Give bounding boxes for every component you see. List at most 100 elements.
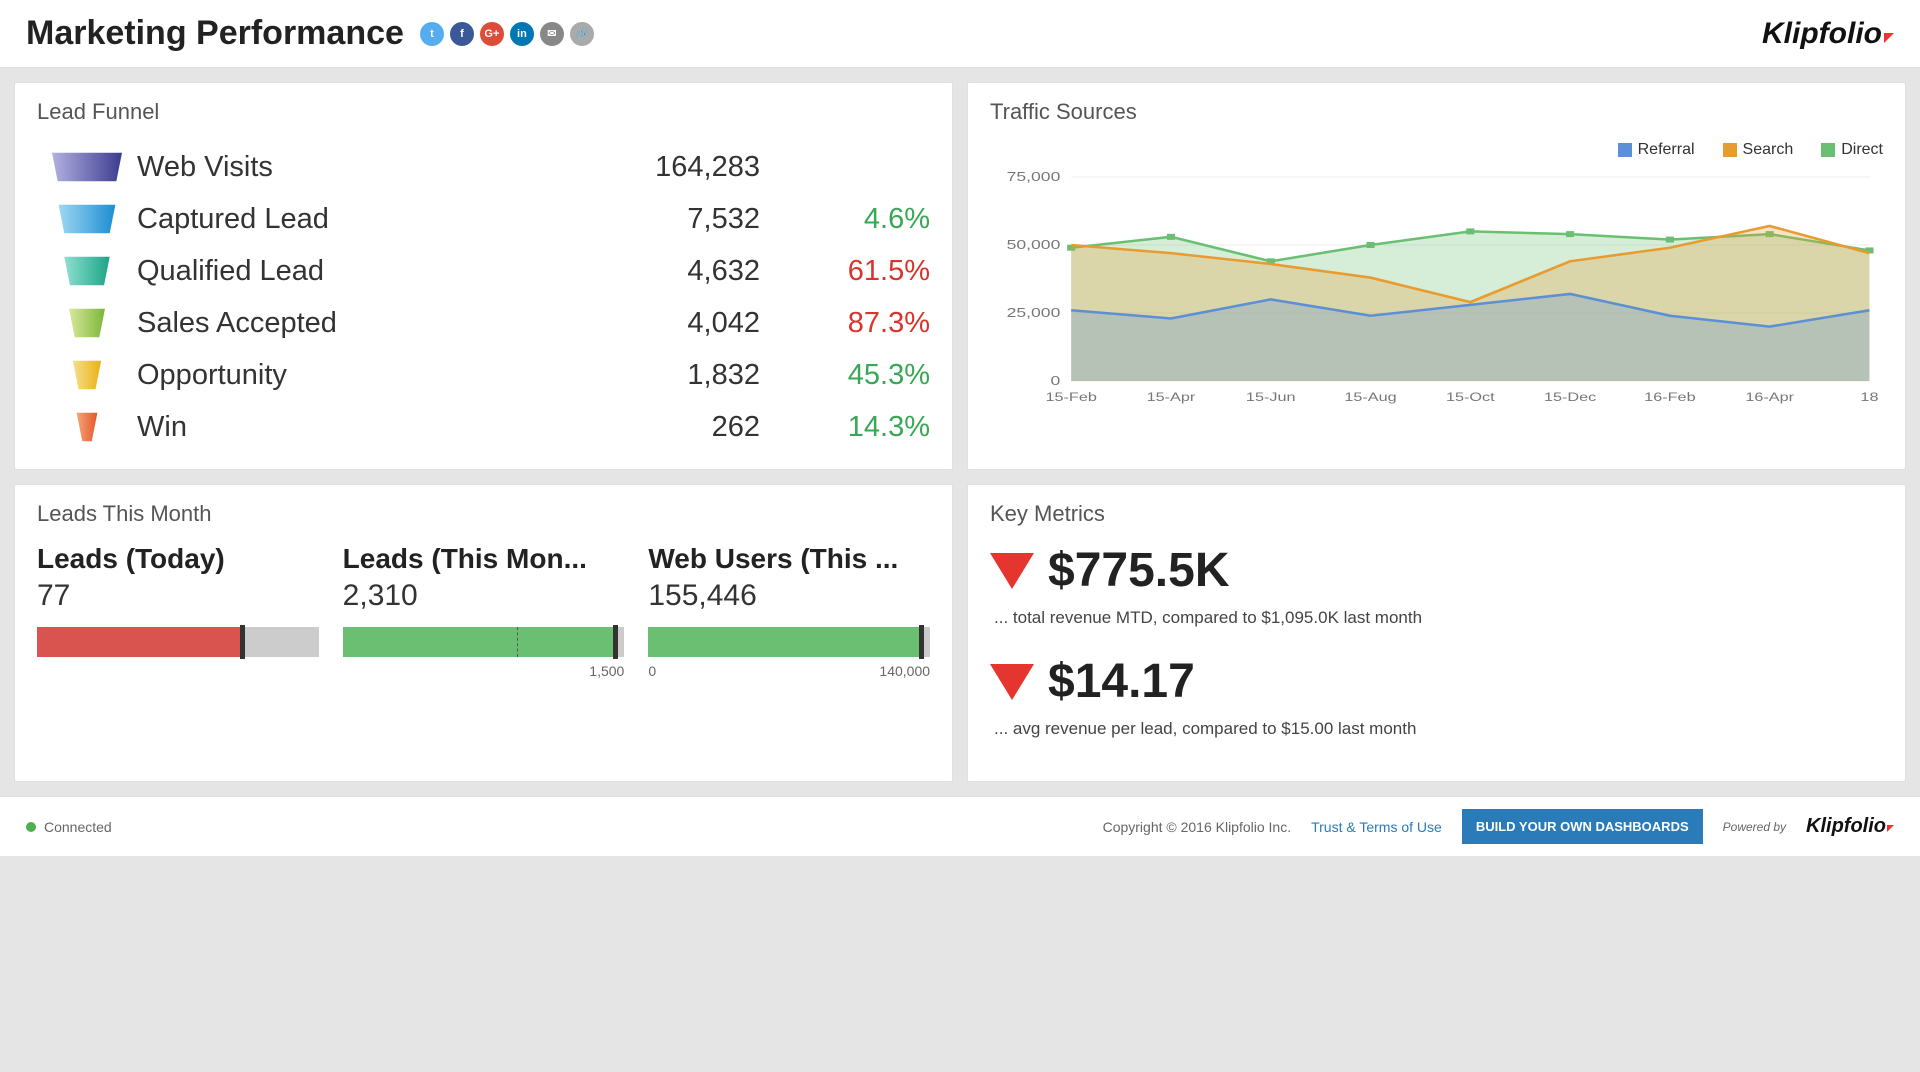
- funnel-row: Web Visits 164,283: [37, 141, 930, 193]
- lead-title: Web Users (This ...: [648, 543, 930, 575]
- funnel-step-icon: [37, 360, 137, 390]
- panel-title: Traffic Sources: [990, 99, 1883, 125]
- lead-title: Leads (This Mon...: [343, 543, 625, 575]
- lead-value: 155,446: [648, 579, 930, 613]
- funnel-pct: 87.3%: [760, 307, 930, 340]
- svg-text:75,000: 75,000: [1007, 170, 1061, 184]
- lead-value: 2,310: [343, 579, 625, 613]
- funnel-label: Qualified Lead: [137, 255, 580, 288]
- funnel-label: Captured Lead: [137, 203, 580, 236]
- funnel-label: Opportunity: [137, 359, 580, 392]
- traffic-sources-panel: Traffic Sources Referral Search Direct 0 25…: [967, 82, 1906, 470]
- svg-text:15-Dec: 15-Dec: [1544, 391, 1596, 404]
- funnel-value: 1,832: [580, 359, 760, 392]
- svg-text:25,000: 25,000: [1007, 306, 1061, 320]
- key-metric: $14.17 ... avg revenue per lead, compare…: [990, 654, 1883, 739]
- build-dashboard-button[interactable]: BUILD YOUR OWN DASHBOARDS: [1462, 809, 1703, 844]
- funnel-label: Win: [137, 411, 580, 444]
- lead-metric: Leads (This Mon... 2,310 1,500: [343, 543, 625, 679]
- funnel-step-icon: [37, 152, 137, 182]
- legend-label: Direct: [1841, 141, 1883, 159]
- facebook-icon[interactable]: f: [450, 22, 474, 46]
- svg-text:15-Apr: 15-Apr: [1147, 391, 1196, 404]
- traffic-chart: 0 25,000 50,000 75,000 15-Feb 15-Apr 15-Jun 15-…: [990, 167, 1883, 407]
- funnel-pct: 14.3%: [760, 411, 930, 444]
- key-metric: $775.5K ... total revenue MTD, compared …: [990, 543, 1883, 628]
- status-text: Connected: [44, 819, 112, 835]
- funnel-row: Captured Lead 7,532 4.6%: [37, 193, 930, 245]
- status-dot-icon: [26, 822, 36, 832]
- svg-text:16-Feb: 16-Feb: [1644, 391, 1695, 404]
- funnel-value: 7,532: [580, 203, 760, 236]
- svg-text:0: 0: [1051, 374, 1061, 388]
- funnel-row: Opportunity 1,832 45.3%: [37, 349, 930, 401]
- lead-value: 77: [37, 579, 319, 613]
- svg-text:15-Oct: 15-Oct: [1446, 391, 1495, 404]
- svg-text:15-Aug: 15-Aug: [1344, 391, 1396, 404]
- chart-legend: Referral Search Direct: [990, 141, 1883, 159]
- lead-title: Leads (Today): [37, 543, 319, 575]
- funnel-pct: 45.3%: [760, 359, 930, 392]
- twitter-icon[interactable]: t: [420, 22, 444, 46]
- panel-title: Lead Funnel: [37, 99, 930, 125]
- svg-text:15-Jun: 15-Jun: [1246, 391, 1296, 404]
- funnel-value: 164,283: [580, 151, 760, 184]
- legend-label: Search: [1743, 141, 1794, 159]
- funnel-step-icon: [37, 308, 137, 338]
- share-icons: t f G+ in ✉ 🔗: [420, 22, 594, 46]
- funnel-step-icon: [37, 204, 137, 234]
- progress-bar: [37, 627, 319, 657]
- link-icon[interactable]: 🔗: [570, 22, 594, 46]
- bar-ticks: 1,500: [343, 663, 625, 679]
- brand-logo: Klipfolio: [1762, 17, 1894, 51]
- footer: Connected Copyright © 2016 Klipfolio Inc…: [0, 796, 1920, 856]
- trend-down-icon: [990, 553, 1034, 589]
- leads-month-panel: Leads This Month Leads (Today) 77 Leads …: [14, 484, 953, 782]
- progress-bar: [648, 627, 930, 657]
- legend-item: Referral: [1618, 141, 1695, 159]
- legend-swatch-icon: [1618, 143, 1632, 157]
- funnel-row: Qualified Lead 4,632 61.5%: [37, 245, 930, 297]
- svg-text:50,000: 50,000: [1007, 238, 1061, 252]
- googleplus-icon[interactable]: G+: [480, 22, 504, 46]
- lead-metric: Leads (Today) 77: [37, 543, 319, 679]
- funnel-label: Web Visits: [137, 151, 580, 184]
- header: Marketing Performance t f G+ in ✉ 🔗 Klip…: [0, 0, 1920, 68]
- linkedin-icon[interactable]: in: [510, 22, 534, 46]
- connection-status: Connected: [26, 819, 112, 835]
- brand-logo-small: Klipfolio: [1806, 815, 1894, 838]
- metric-value: $775.5K: [1048, 543, 1229, 598]
- panel-title: Key Metrics: [990, 501, 1883, 527]
- bar-ticks: 0140,000: [648, 663, 930, 679]
- lead-funnel-panel: Lead Funnel Web Visits 164,283 Captured …: [14, 82, 953, 470]
- legend-swatch-icon: [1723, 143, 1737, 157]
- lead-metric: Web Users (This ... 155,446 0140,000: [648, 543, 930, 679]
- panel-title: Leads This Month: [37, 501, 930, 527]
- trust-link[interactable]: Trust & Terms of Use: [1311, 819, 1442, 835]
- email-icon[interactable]: ✉: [540, 22, 564, 46]
- metric-description: ... total revenue MTD, compared to $1,09…: [994, 608, 1883, 628]
- funnel-value: 4,042: [580, 307, 760, 340]
- funnel-row: Sales Accepted 4,042 87.3%: [37, 297, 930, 349]
- svg-text:16-Apr: 16-Apr: [1745, 391, 1794, 404]
- legend-label: Referral: [1638, 141, 1695, 159]
- legend-item: Direct: [1821, 141, 1883, 159]
- metric-description: ... avg revenue per lead, compared to $1…: [994, 719, 1883, 739]
- funnel-pct: 61.5%: [760, 255, 930, 288]
- funnel-row: Win 262 14.3%: [37, 401, 930, 453]
- progress-bar: [343, 627, 625, 657]
- copyright: Copyright © 2016 Klipfolio Inc.: [1103, 819, 1292, 835]
- svg-text:15-Feb: 15-Feb: [1045, 391, 1096, 404]
- funnel-value: 4,632: [580, 255, 760, 288]
- funnel-step-icon: [37, 412, 137, 442]
- funnel-pct: 4.6%: [760, 203, 930, 236]
- powered-by: Powered by: [1723, 820, 1786, 834]
- legend-item: Search: [1723, 141, 1794, 159]
- legend-swatch-icon: [1821, 143, 1835, 157]
- metric-value: $14.17: [1048, 654, 1195, 709]
- funnel-step-icon: [37, 256, 137, 286]
- trend-down-icon: [990, 664, 1034, 700]
- page-title: Marketing Performance: [26, 14, 404, 53]
- svg-text:18: 18: [1860, 391, 1878, 404]
- funnel-label: Sales Accepted: [137, 307, 580, 340]
